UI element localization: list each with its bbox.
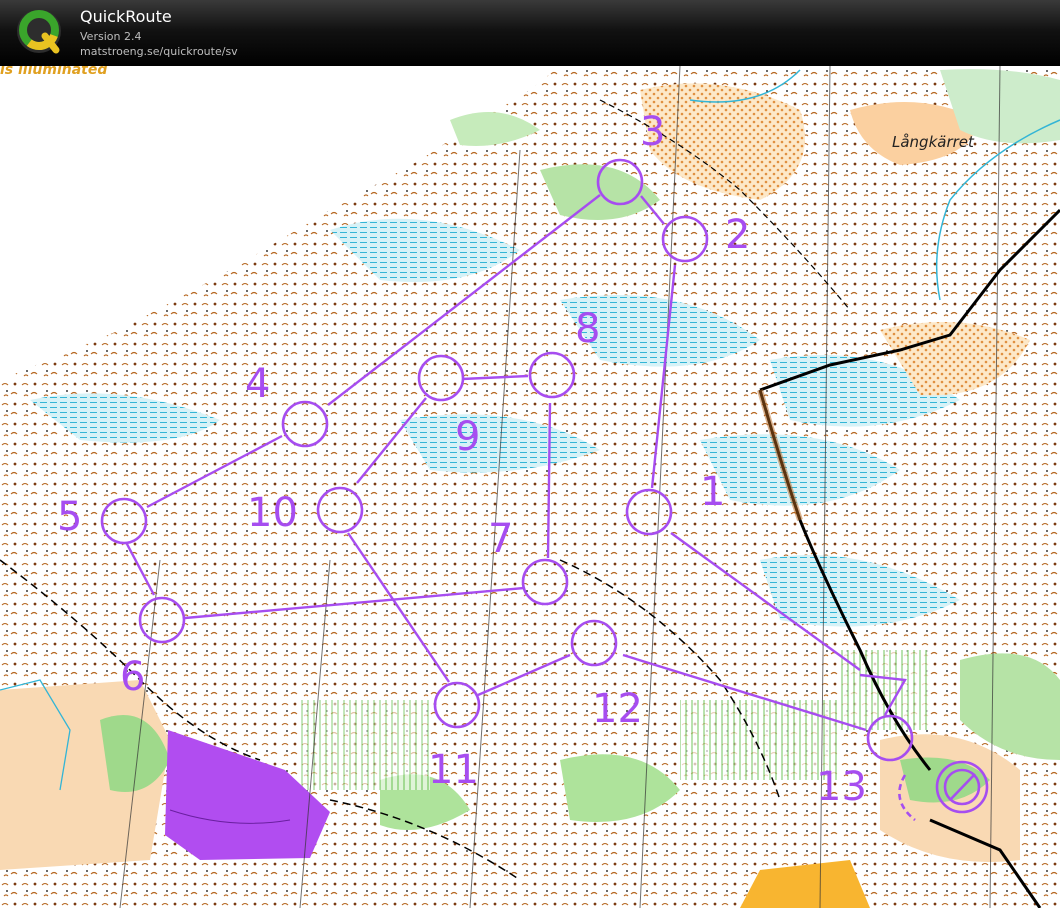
control-label-1: 1 — [700, 469, 725, 515]
map-fragment-text: is illuminated — [0, 66, 108, 78]
undergrowth-area — [300, 700, 430, 790]
control-label-11: 11 — [428, 747, 479, 793]
control-label-2: 2 — [725, 212, 750, 258]
control-label-12: 12 — [592, 686, 643, 732]
app-url: matstroeng.se/quickroute/sv — [80, 45, 238, 58]
place-name-langkarret: Långkärret — [892, 133, 975, 151]
control-label-7: 7 — [488, 516, 513, 562]
control-label-4: 4 — [245, 361, 270, 407]
undergrowth-area — [840, 650, 930, 730]
app-version: Version 2.4 — [80, 30, 142, 43]
control-label-8: 8 — [575, 306, 600, 352]
control-label-3: 3 — [640, 109, 665, 155]
quickroute-logo-icon — [17, 9, 61, 54]
quickroute-window: QuickRoute Version 2.4 matstroeng.se/qui… — [0, 0, 1060, 908]
app-title: QuickRoute — [80, 7, 172, 26]
control-label-13: 13 — [816, 764, 867, 810]
title-bar: QuickRoute Version 2.4 matstroeng.se/qui… — [0, 0, 1060, 66]
control-label-5: 5 — [57, 494, 82, 540]
orienteering-map[interactable]: is illuminated Långkärret 1 2 3 4 5 6 7 … — [0, 66, 1060, 908]
control-label-10: 10 — [247, 490, 298, 536]
control-label-6: 6 — [120, 654, 145, 700]
control-label-9: 9 — [455, 414, 480, 460]
